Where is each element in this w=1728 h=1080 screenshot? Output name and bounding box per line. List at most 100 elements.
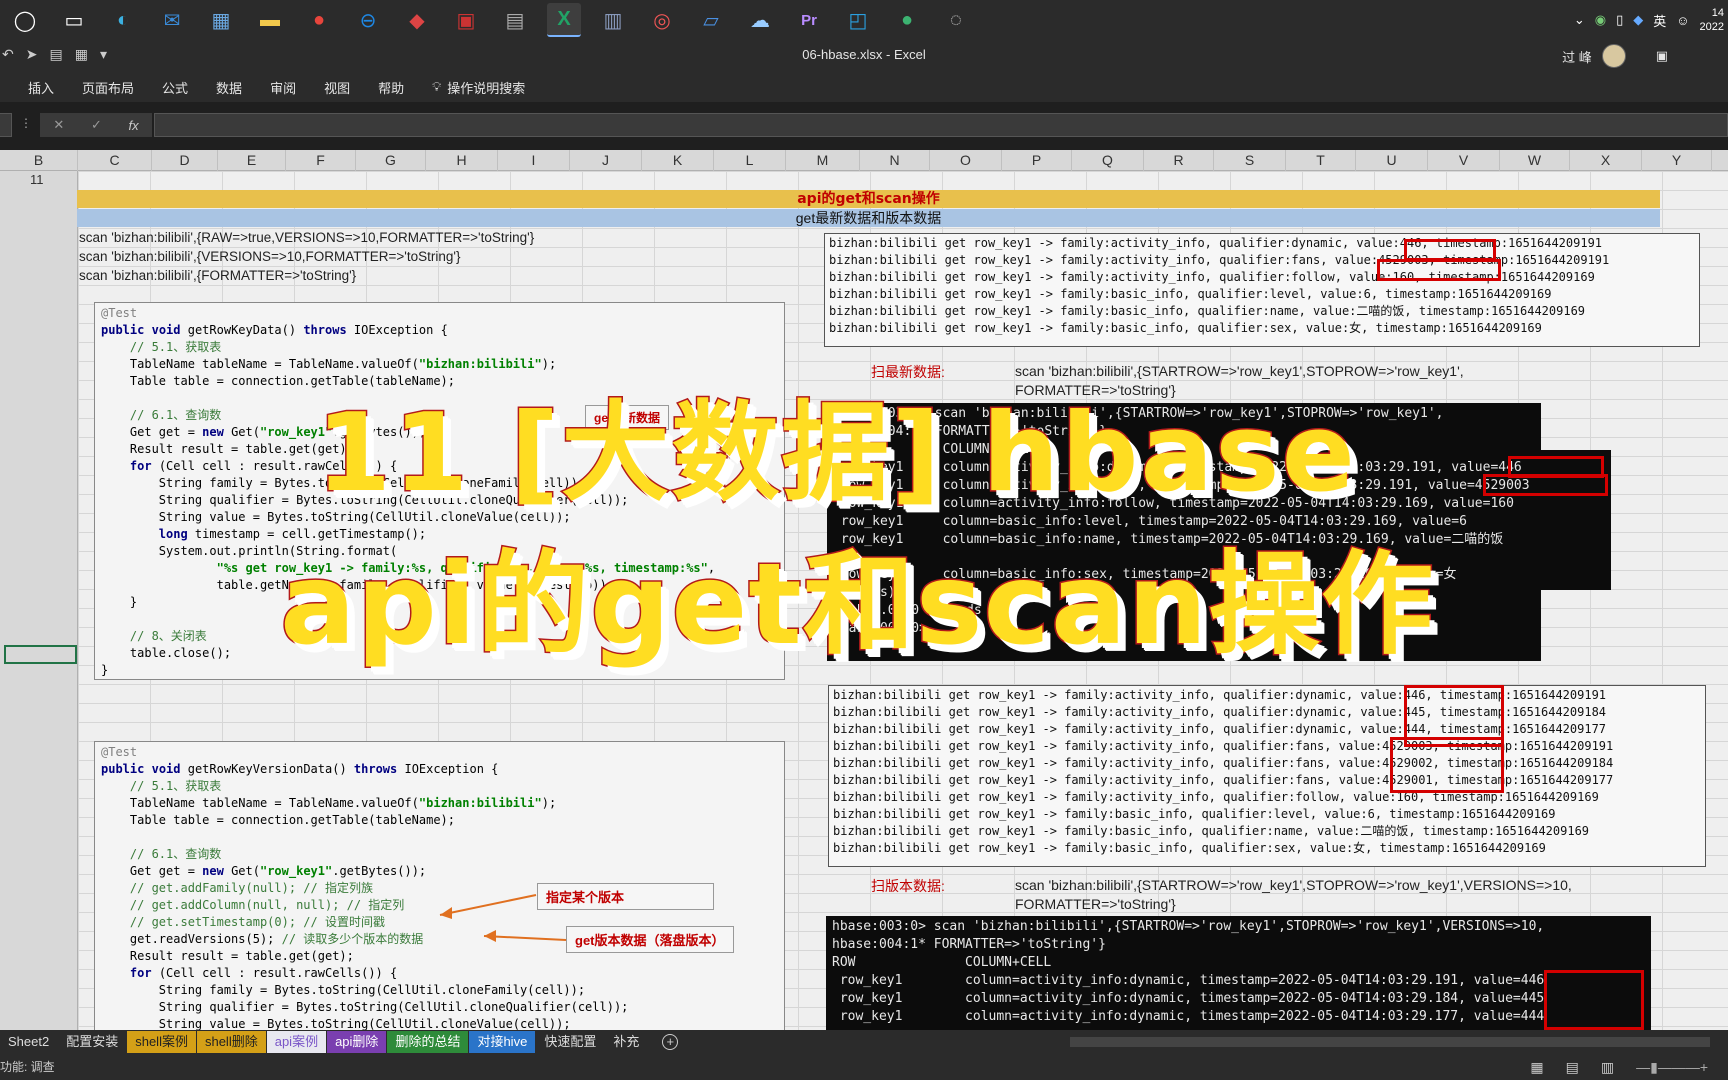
column-header[interactable]: X (1570, 150, 1642, 171)
add-sheet-icon[interactable]: + (662, 1034, 679, 1050)
formula-input[interactable] (154, 113, 1728, 137)
chevron-up-icon[interactable]: ⌄ (1574, 12, 1585, 28)
output-line: bizhan:bilibili get row_key1 -> family:a… (833, 688, 1607, 702)
battery-icon[interactable]: ▯ (1616, 12, 1623, 28)
sheet-tab[interactable]: 快速配置 (536, 1031, 605, 1053)
column-header[interactable]: V (1428, 150, 1500, 171)
column-header[interactable]: I (498, 150, 570, 171)
zoom-slider[interactable]: —▮———+ (1636, 1054, 1708, 1080)
page-layout-icon[interactable]: ▤ (1566, 1054, 1579, 1080)
scan-version-cmd-line2: FORMATTER=>'toString'} (1015, 896, 1176, 912)
insert-function-icon[interactable]: fx (129, 118, 139, 133)
app-icon[interactable]: ▱ (694, 3, 728, 37)
screen: { "taskbar": { "icons": ["start-icon","t… (0, 0, 1728, 1080)
teamviewer-icon[interactable]: ⊖ (351, 3, 385, 37)
tab-view[interactable]: 视图 (324, 78, 350, 97)
file-explorer-icon[interactable]: ▬ (253, 3, 287, 37)
store-icon[interactable]: ▦ (204, 3, 238, 37)
tab-help[interactable]: 帮助 (378, 78, 404, 97)
output-line: bizhan:bilibili get row_key1 -> family:a… (829, 270, 1595, 284)
sheet-tab[interactable]: 删除的总结 (387, 1031, 469, 1053)
task-view-icon[interactable]: ▭ (57, 3, 91, 37)
normal-view-icon[interactable]: ▦ (1530, 1054, 1543, 1080)
column-header[interactable]: M (786, 150, 860, 171)
output-line: ROW COLUMN+CELL (832, 955, 1052, 970)
shield-icon[interactable]: ◆ (1633, 12, 1643, 28)
column-header[interactable]: P (1002, 150, 1072, 171)
column-header[interactable]: N (860, 150, 930, 171)
output-line: row_key1 column=activity_info:dynamic, t… (832, 1009, 1545, 1024)
app-icon[interactable]: ▤ (498, 3, 532, 37)
app-icon[interactable]: ◰ (841, 3, 875, 37)
column-header[interactable]: K (642, 150, 714, 171)
column-header[interactable]: H (426, 150, 498, 171)
tab-page-layout[interactable]: 页面布局 (82, 78, 134, 97)
code-line: public void getRowKeyData() throws IOExc… (101, 323, 448, 337)
column-header[interactable]: W (1500, 150, 1570, 171)
column-header[interactable]: Y (1642, 150, 1712, 171)
page-break-icon[interactable]: ▥ (1601, 1054, 1614, 1080)
tab-review[interactable]: 审阅 (270, 78, 296, 97)
column-header[interactable]: U (1356, 150, 1428, 171)
horizontal-scrollbar[interactable] (1070, 1037, 1710, 1047)
sheet-title: api的get和scan操作 (77, 190, 1660, 208)
sheet-tab[interactable]: 对接hive (469, 1031, 536, 1053)
output-line: hbase:003:0> scan 'bizhan:bilibili',{STA… (832, 919, 1545, 934)
sheet-tab[interactable]: 配置安装 (58, 1031, 127, 1053)
user-name[interactable]: 过 峰 (1562, 47, 1592, 66)
column-header[interactable]: O (930, 150, 1002, 171)
scan-command-2: scan 'bizhan:bilibili',{VERSIONS=>10,FOR… (79, 249, 461, 264)
sheet-tab[interactable]: shell案例 (127, 1031, 196, 1053)
more-icon[interactable]: ⋮ (20, 116, 32, 130)
avatar[interactable] (1601, 44, 1626, 68)
chrome-icon[interactable]: ● (302, 3, 336, 37)
sheet-tab[interactable]: Sheet2 (0, 1031, 58, 1053)
ribbon-tabs: 插入 页面布局 公式 数据 审阅 视图 帮助 💡︎ 操作说明搜索 (0, 72, 1728, 102)
app-icon[interactable]: ◌ (939, 3, 973, 37)
ribbon-display-icon[interactable]: ▣ (1656, 48, 1668, 64)
column-header[interactable]: C (78, 150, 152, 171)
app-icon[interactable]: ◎ (645, 3, 679, 37)
system-tray: ⌄ ◉ ▯ ◆ 英 ☺ 14 2022 (1574, 0, 1728, 40)
column-header[interactable]: G (356, 150, 426, 171)
app-icon[interactable]: ● (890, 3, 924, 37)
column-header[interactable]: D (152, 150, 218, 171)
sheet-tab[interactable]: api删除 (327, 1031, 387, 1053)
column-header[interactable]: L (714, 150, 786, 171)
cancel-icon[interactable]: ✕ (53, 117, 64, 133)
column-header[interactable]: F (286, 150, 356, 171)
selected-cell[interactable] (4, 645, 77, 664)
column-header[interactable]: B (0, 150, 78, 171)
excel-icon[interactable]: X (547, 3, 581, 37)
app-icon[interactable]: ☁ (743, 3, 777, 37)
network-icon[interactable]: ◉ (1595, 12, 1606, 28)
sheet-tab[interactable]: 补充 (605, 1031, 648, 1053)
column-header[interactable]: T (1286, 150, 1356, 171)
app-icon[interactable]: ▥ (596, 3, 630, 37)
start-icon[interactable]: ◯ (8, 3, 42, 37)
app-icon[interactable]: ◆ (400, 3, 434, 37)
ime-icon[interactable]: ☺ (1676, 13, 1689, 28)
sheet-tab[interactable]: shell删除 (196, 1031, 266, 1053)
mail-icon[interactable]: ✉ (155, 3, 189, 37)
enter-icon[interactable]: ✓ (91, 117, 102, 133)
input-language[interactable]: 英 (1653, 11, 1666, 30)
app-icon[interactable]: ▣ (449, 3, 483, 37)
tab-data[interactable]: 数据 (216, 78, 242, 97)
tab-formulas[interactable]: 公式 (162, 78, 188, 97)
output-line: bizhan:bilibili get row_key1 -> family:a… (833, 722, 1607, 736)
column-header[interactable]: Q (1072, 150, 1144, 171)
clock[interactable]: 14 2022 (1700, 6, 1724, 34)
column-header[interactable]: E (218, 150, 286, 171)
sheet-tab[interactable]: api案例 (266, 1031, 327, 1053)
output-line: bizhan:bilibili get row_key1 -> family:b… (829, 304, 1586, 318)
name-box[interactable] (0, 113, 12, 137)
tell-me-search[interactable]: 操作说明搜索 (447, 78, 525, 97)
column-header[interactable]: J (570, 150, 642, 171)
column-header[interactable]: S (1214, 150, 1286, 171)
column-header[interactable]: R (1144, 150, 1214, 171)
tab-insert[interactable]: 插入 (28, 78, 54, 97)
premiere-icon[interactable]: Pr (792, 3, 826, 37)
edge-icon[interactable]: ◐ (106, 3, 140, 37)
